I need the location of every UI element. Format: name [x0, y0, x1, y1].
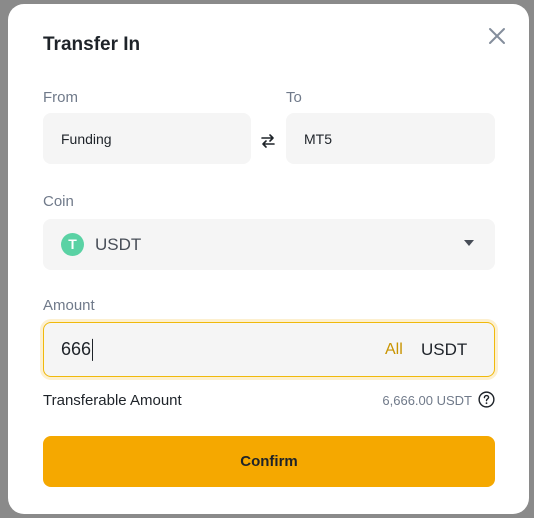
amount-text: 666: [61, 338, 92, 359]
amount-unit: USDT: [421, 339, 468, 359]
help-circle-icon[interactable]: [478, 391, 495, 408]
chevron-down-icon: [464, 240, 474, 246]
usdt-icon: T: [61, 233, 84, 256]
from-account-value: Funding: [61, 130, 112, 147]
transfer-in-dialog: Transfer In From To Funding MT5 Coin T U…: [8, 4, 529, 514]
from-label: From: [43, 89, 78, 106]
coin-select-value: USDT: [95, 234, 142, 254]
all-button[interactable]: All: [385, 341, 403, 359]
transferable-amount-value: 6,666.00 USDT: [382, 393, 472, 408]
to-label: To: [286, 89, 302, 106]
coin-label: Coin: [43, 193, 74, 210]
amount-label: Amount: [43, 297, 95, 314]
coin-select[interactable]: T USDT: [43, 219, 495, 270]
from-account-select[interactable]: Funding: [43, 113, 251, 164]
amount-input[interactable]: 666 All USDT: [43, 322, 495, 377]
swap-arrows-icon[interactable]: [258, 131, 278, 151]
transferable-amount-label: Transferable Amount: [43, 392, 182, 409]
confirm-button[interactable]: Confirm: [43, 436, 495, 487]
to-account-select[interactable]: MT5: [286, 113, 495, 164]
to-account-value: MT5: [304, 130, 332, 147]
amount-input-value: 666: [61, 338, 94, 361]
text-cursor: [92, 338, 94, 361]
close-icon[interactable]: [485, 24, 509, 48]
dialog-title: Transfer In: [43, 34, 141, 55]
